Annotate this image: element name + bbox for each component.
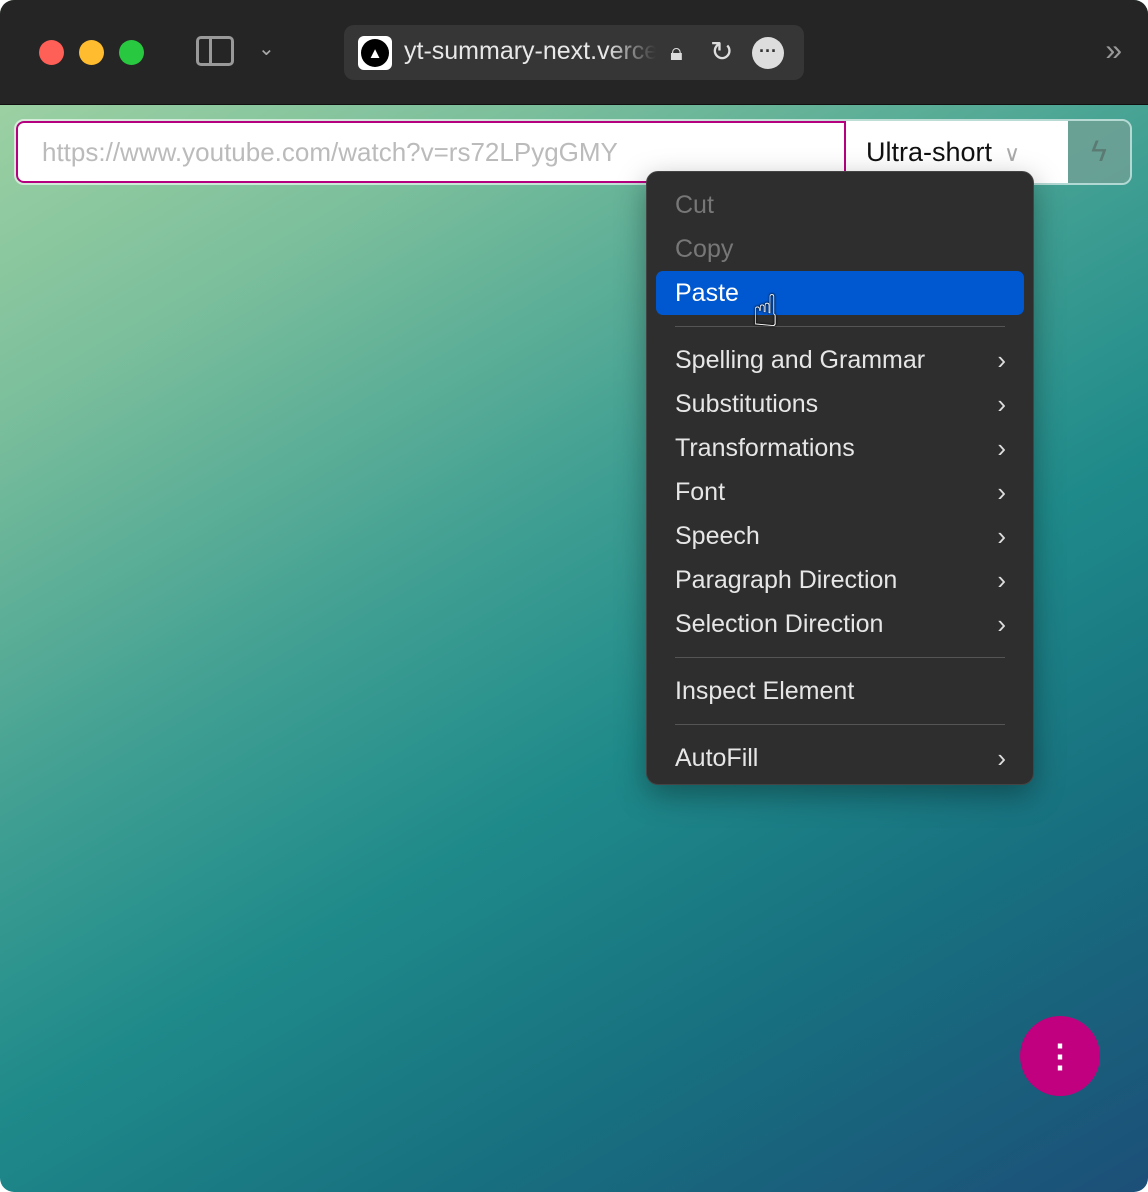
minimize-button[interactable] — [79, 40, 104, 65]
menu-separator — [675, 657, 1005, 658]
chevron-right-icon: › — [997, 743, 1006, 773]
favicon-icon: ▲ — [358, 36, 392, 70]
menu-item-transformations[interactable]: Transformations › — [656, 426, 1024, 470]
reload-icon[interactable]: ↻ — [710, 35, 733, 68]
chevron-right-icon: › — [997, 433, 1006, 463]
lightning-submit-button[interactable]: ϟ — [1068, 121, 1130, 183]
title-bar: ⌄ ▲ yt-summary-next.vercel.app 🔒︎ ↻ ··· … — [0, 0, 1148, 105]
menu-item-cut[interactable]: Cut — [656, 183, 1024, 227]
length-select-value: Ultra-short — [866, 137, 993, 167]
more-icon[interactable]: ··· — [752, 37, 784, 69]
vertical-ellipsis-icon: ⋮ — [1044, 1038, 1076, 1074]
chevron-right-icon: › — [997, 521, 1006, 551]
menu-label: Font — [675, 478, 726, 506]
menu-label: Paragraph Direction — [675, 566, 898, 594]
menu-item-copy[interactable]: Copy — [656, 227, 1024, 271]
chevron-right-icon: › — [997, 609, 1006, 639]
menu-separator — [675, 724, 1005, 725]
menu-item-paragraph-direction[interactable]: Paragraph Direction › — [656, 558, 1024, 602]
address-bar[interactable]: ▲ yt-summary-next.vercel.app 🔒︎ ↻ ··· — [344, 25, 804, 80]
browser-window: ⌄ ▲ yt-summary-next.vercel.app 🔒︎ ↻ ··· … — [0, 0, 1148, 1192]
menu-label: Substitutions — [675, 390, 819, 418]
menu-item-substitutions[interactable]: Substitutions › — [656, 382, 1024, 426]
menu-label: Speech — [675, 522, 760, 550]
double-chevron-icon[interactable]: » — [1105, 34, 1122, 68]
sidebar-toggle-icon[interactable] — [196, 36, 234, 66]
chevron-right-icon: › — [997, 565, 1006, 595]
menu-item-selection-direction[interactable]: Selection Direction › — [656, 602, 1024, 646]
context-menu: Cut Copy Paste Spelling and Grammar › Sub… — [646, 171, 1034, 785]
address-host: yt-summary-next.vercel.app — [404, 37, 656, 65]
chevron-right-icon: › — [997, 389, 1006, 419]
lock-icon: 🔒︎ — [670, 39, 683, 66]
zoom-button[interactable] — [119, 40, 144, 65]
menu-item-inspect-element[interactable]: Inspect Element — [656, 669, 1024, 713]
menu-label: Spelling and Grammar — [675, 346, 926, 374]
hand-cursor-icon: ☝︎ — [752, 287, 779, 336]
menu-item-speech[interactable]: Speech › — [656, 514, 1024, 558]
menu-item-font[interactable]: Font › — [656, 470, 1024, 514]
menu-separator — [675, 326, 1005, 327]
lightning-icon: ϟ — [1091, 135, 1107, 168]
chevron-down-icon[interactable]: ⌄ — [258, 36, 275, 61]
chevron-right-icon: › — [997, 345, 1006, 375]
menu-label: AutoFill — [675, 744, 759, 772]
menu-item-paste[interactable]: Paste — [656, 271, 1024, 315]
chevron-down-icon: ∨ — [1004, 141, 1021, 166]
close-button[interactable] — [39, 40, 64, 65]
chevron-right-icon: › — [997, 477, 1006, 507]
menu-label: Selection Direction — [675, 610, 884, 638]
menu-item-autofill[interactable]: AutoFill › — [656, 736, 1024, 780]
options-fab-button[interactable]: ⋮ — [1020, 1016, 1100, 1096]
menu-label: Transformations — [675, 434, 855, 462]
menu-item-spelling[interactable]: Spelling and Grammar › — [656, 338, 1024, 382]
